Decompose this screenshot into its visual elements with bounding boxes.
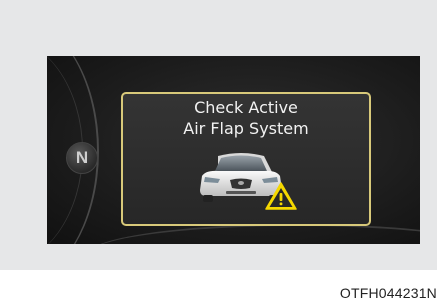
warning-triangle-icon [265, 182, 297, 210]
warning-message-line-1: Check Active [194, 98, 298, 117]
figure-code: OTFH044231N [339, 285, 437, 301]
warning-message-line-2: Air Flap System [183, 119, 309, 138]
figure-frame: N Check Active Air Flap System [0, 0, 437, 270]
gear-indicator: N [66, 142, 98, 174]
warning-message-box: Check Active Air Flap System [121, 92, 371, 226]
